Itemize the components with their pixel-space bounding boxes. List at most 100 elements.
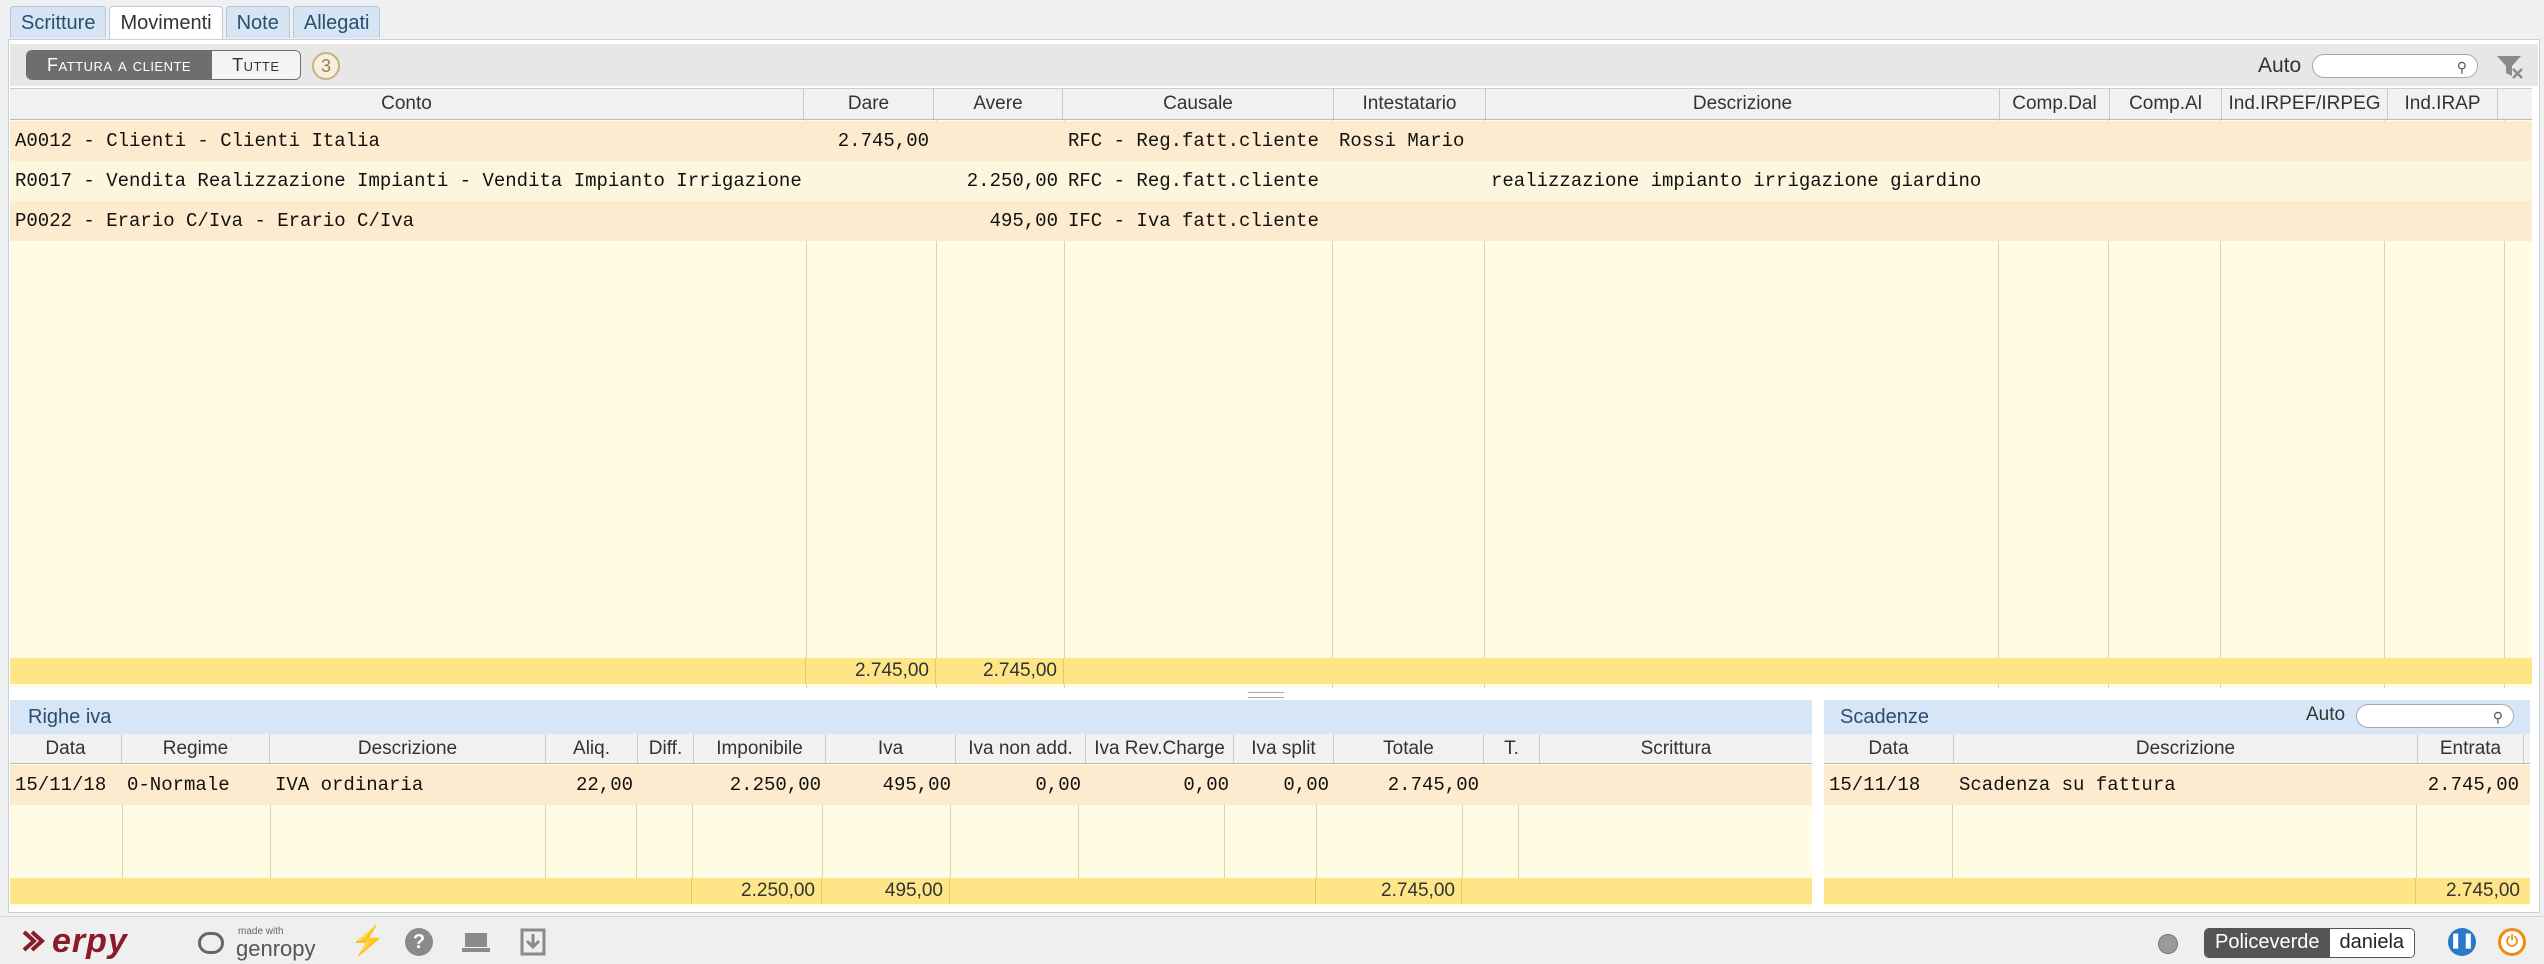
cell-intestatario xyxy=(1334,161,1486,201)
cell-avere: 495,00 xyxy=(989,210,1058,232)
col-ind-irpef[interactable]: Ind.IRPEF/IRPEG xyxy=(2222,89,2388,119)
cell-descrizione: Scadenza su fattura xyxy=(1959,774,2176,796)
tab-scritture[interactable]: Scritture xyxy=(10,6,107,38)
framework-name: genropy xyxy=(236,936,316,961)
column-divider xyxy=(1952,804,1953,878)
col-aliq[interactable]: Aliq. xyxy=(546,734,638,763)
col-regime[interactable]: Regime xyxy=(122,734,270,763)
totals-spacer xyxy=(10,878,692,904)
col-conto[interactable]: Conto xyxy=(10,89,804,119)
erpy-logo: erpy xyxy=(20,921,128,960)
user-box[interactable]: Policeverde daniela xyxy=(2204,928,2416,958)
column-divider xyxy=(1224,804,1225,878)
righe-iva-panel: Righe iva Data Regime Descrizione Aliq. … xyxy=(10,700,1812,908)
tab-movimenti[interactable]: Movimenti xyxy=(109,6,223,41)
col-descrizione[interactable]: Descrizione xyxy=(270,734,546,763)
help-icon[interactable]: ? xyxy=(405,928,433,956)
movimenti-search-input[interactable]: ⚲ xyxy=(2312,54,2478,78)
search-icon[interactable]: ⚲ xyxy=(2457,59,2467,76)
movimento-row[interactable]: P0022 - Erario C/Iva - Erario C/Iva 495,… xyxy=(10,201,2532,241)
totals-spacer xyxy=(950,878,1316,904)
col-comp-al[interactable]: Comp.Al xyxy=(2110,89,2222,119)
column-divider xyxy=(270,804,271,878)
monitor-icon[interactable] xyxy=(462,931,490,953)
col-descrizione[interactable]: Descrizione xyxy=(1954,734,2418,763)
totals-spacer xyxy=(10,658,806,684)
righe-iva-grid: Data Regime Descrizione Aliq. Diff. Impo… xyxy=(10,734,1812,908)
filter-fattura-cliente-button[interactable]: Fattura a cliente xyxy=(27,51,212,79)
cell-imponibile: 2.250,00 xyxy=(729,774,821,796)
col-diff[interactable]: Diff. xyxy=(638,734,694,763)
cell-causale: RFC - Reg.fatt.cliente xyxy=(1068,130,1319,152)
col-t[interactable]: T. xyxy=(1484,734,1540,763)
company-name[interactable]: Policeverde xyxy=(2205,929,2330,957)
movimenti-grid: Conto Dare Avere Causale Intestatario De… xyxy=(10,88,2532,688)
column-divider xyxy=(950,804,951,878)
riga-iva-row[interactable]: 15/11/18 0-Normale IVA ordinaria 22,00 2… xyxy=(10,765,1812,805)
cell-data: 15/11/18 xyxy=(1829,774,1921,796)
cell-conto: R0017 - Vendita Realizzazione Impianti -… xyxy=(15,170,802,192)
col-entrata[interactable]: Entrata xyxy=(2418,734,2524,763)
col-iva-split[interactable]: Iva split xyxy=(1234,734,1334,763)
filter-tutte-button[interactable]: Tutte xyxy=(211,51,300,79)
erpy-logo-icon xyxy=(22,930,45,952)
movimenti-totals-bar: 2.745,00 2.745,00 xyxy=(10,658,2532,684)
total-imponibile: 2.250,00 xyxy=(692,878,822,904)
col-data[interactable]: Data xyxy=(10,734,122,763)
pause-icon[interactable]: ❚❚ xyxy=(2448,928,2476,956)
cell-entrata: 2.745,00 xyxy=(2427,774,2519,796)
col-iva-rev-charge[interactable]: Iva Rev.Charge xyxy=(1086,734,1234,763)
col-imponibile[interactable]: Imponibile xyxy=(694,734,826,763)
col-ind-irap[interactable]: Ind.IRAP xyxy=(2388,89,2498,119)
scadenze-totals-bar: 2.745,00 xyxy=(1824,878,2530,904)
column-divider xyxy=(545,804,546,878)
cell-descrizione xyxy=(1486,121,2000,161)
column-divider xyxy=(1078,804,1079,878)
power-icon[interactable]: ⏻ xyxy=(2498,928,2526,956)
column-divider xyxy=(122,804,123,878)
movimento-row[interactable]: A0012 - Clienti - Clienti Italia 2.745,0… xyxy=(10,121,2532,161)
cell-iva: 495,00 xyxy=(882,774,951,796)
lightning-icon[interactable]: ⚡ xyxy=(350,924,385,957)
cell-causale: IFC - Iva fatt.cliente xyxy=(1068,210,1319,232)
cell-scrittura xyxy=(1540,765,1812,805)
column-divider xyxy=(2416,804,2417,878)
tab-note[interactable]: Note xyxy=(225,6,290,38)
cell-descrizione: realizzazione impianto irrigazione giard… xyxy=(1491,170,1982,192)
scadenze-search-input[interactable]: ⚲ xyxy=(2356,704,2514,728)
download-icon[interactable] xyxy=(520,928,546,956)
movimento-row[interactable]: R0017 - Vendita Realizzazione Impianti -… xyxy=(10,161,2532,201)
column-divider xyxy=(1462,804,1463,878)
col-scrittura[interactable]: Scrittura xyxy=(1540,734,1812,763)
cell-causale: RFC - Reg.fatt.cliente xyxy=(1068,170,1319,192)
col-intestatario[interactable]: Intestatario xyxy=(1334,89,1486,119)
col-iva[interactable]: Iva xyxy=(826,734,956,763)
search-icon[interactable]: ⚲ xyxy=(2493,709,2503,726)
scadenze-panel: Scadenze Auto ⚲ Data Descrizione Entrata… xyxy=(1824,700,2530,908)
brand-name: erpy xyxy=(52,921,128,960)
cell-avere: 2.250,00 xyxy=(966,170,1058,192)
col-data[interactable]: Data xyxy=(1824,734,1954,763)
col-causale[interactable]: Causale xyxy=(1063,89,1334,119)
cell-conto: A0012 - Clienti - Clienti Italia xyxy=(15,130,380,152)
user-name[interactable]: daniela xyxy=(2329,929,2415,957)
clear-filter-icon[interactable] xyxy=(2494,52,2524,80)
col-iva-non-add[interactable]: Iva non add. xyxy=(956,734,1086,763)
col-dare[interactable]: Dare xyxy=(804,89,934,119)
genropy-owl-icon xyxy=(198,932,224,954)
col-totale[interactable]: Totale xyxy=(1334,734,1484,763)
tab-allegati[interactable]: Allegati xyxy=(292,6,381,38)
scadenza-row[interactable]: 15/11/18 Scadenza su fattura 2.745,00 xyxy=(1824,765,2530,805)
cell-dare: 2.745,00 xyxy=(837,130,929,152)
cell-dare xyxy=(804,161,934,201)
col-comp-dal[interactable]: Comp.Dal xyxy=(2000,89,2110,119)
col-descrizione[interactable]: Descrizione xyxy=(1486,89,2000,119)
col-avere[interactable]: Avere xyxy=(934,89,1063,119)
pane-splitter-handle[interactable] xyxy=(1248,692,1284,698)
cell-intestatario: Rossi Mario xyxy=(1339,130,1465,152)
cell-totale: 2.745,00 xyxy=(1387,774,1479,796)
column-divider xyxy=(636,804,637,878)
scadenze-auto-label: Auto xyxy=(2306,704,2346,725)
column-divider xyxy=(1316,804,1317,878)
totals-spacer xyxy=(1824,878,2416,904)
